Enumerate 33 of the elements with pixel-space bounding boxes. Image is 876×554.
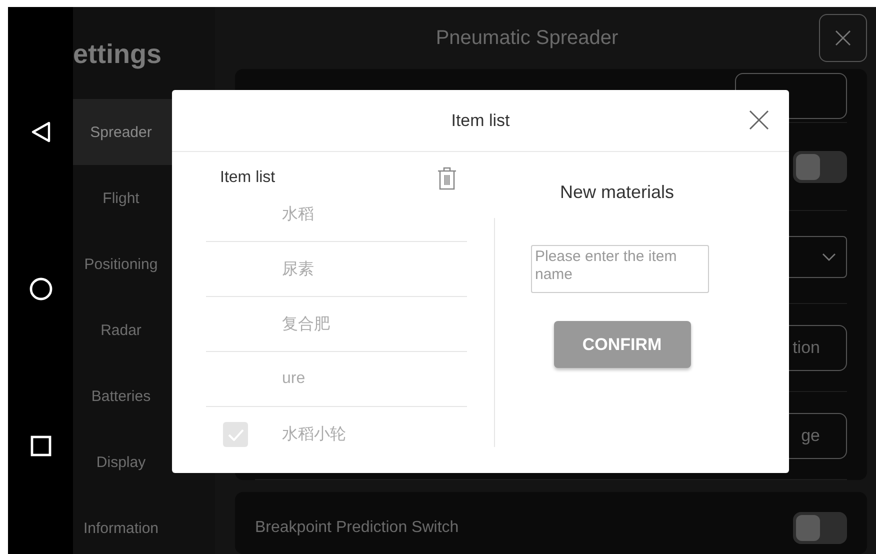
item-name: 尿素 (282, 260, 314, 280)
delete-button[interactable] (437, 165, 457, 191)
close-icon (834, 29, 852, 47)
page-title: Pneumatic Spreader (434, 26, 620, 50)
item-name-field[interactable]: Please enter the item name (531, 245, 709, 293)
section-title: New materials (560, 182, 674, 203)
trash-icon (437, 165, 457, 191)
item-name: ure (282, 370, 306, 388)
item-name: 水稻小轮 (282, 424, 346, 445)
close-button[interactable] (749, 110, 769, 130)
chevron-down-icon (822, 252, 836, 262)
dialog-title: Item list (451, 110, 510, 130)
list-item[interactable]: ure (206, 352, 467, 407)
list-item[interactable]: 复合肥 (206, 297, 467, 352)
toggle-switch[interactable] (793, 150, 847, 182)
item-name: 水稻 (282, 204, 314, 224)
back-icon (30, 121, 50, 143)
setting-label: Breakpoint Prediction Switch (255, 519, 459, 537)
confirm-button[interactable]: CONFIRM (554, 321, 690, 368)
close-icon (749, 110, 769, 130)
home-icon (28, 277, 52, 301)
check-icon (228, 428, 244, 440)
recents-icon (30, 435, 52, 457)
list-item[interactable]: 水稻小轮 (206, 407, 467, 462)
list-item[interactable]: 水稻 (206, 187, 467, 242)
checkbox[interactable] (223, 422, 248, 447)
close-button[interactable] (819, 14, 867, 62)
settings-title: ettings (73, 38, 163, 71)
sidebar-item[interactable]: Information (73, 495, 215, 554)
list-item[interactable]: 尿素 (206, 242, 467, 297)
toggle-switch[interactable] (793, 512, 847, 544)
list-title: Item list (220, 169, 276, 187)
item-name: 复合肥 (282, 314, 330, 334)
